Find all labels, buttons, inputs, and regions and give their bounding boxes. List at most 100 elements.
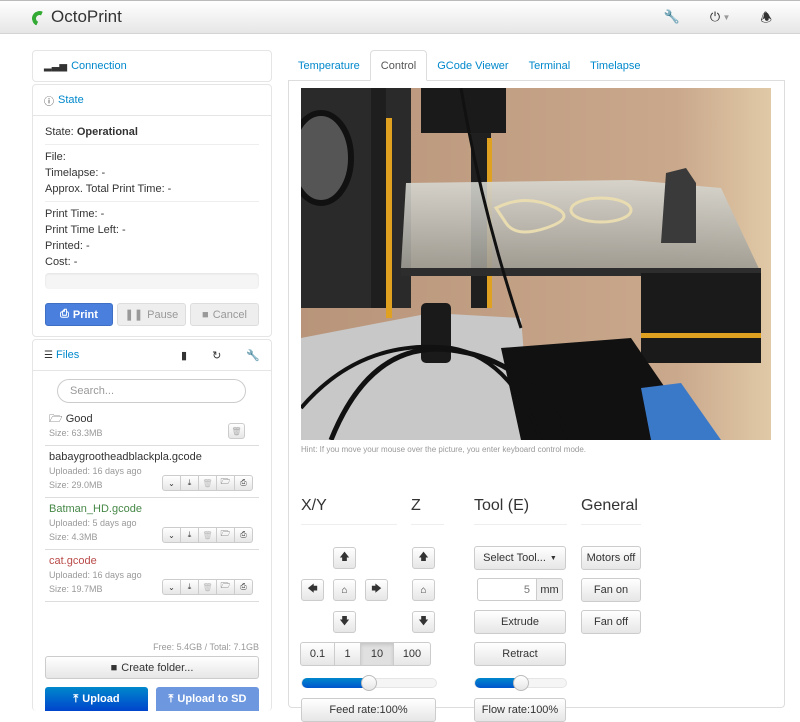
new-file-icon[interactable]: ▮ xyxy=(181,349,187,362)
state-panel: ⓘ State State: Operational File: Timelap… xyxy=(32,84,272,337)
download-button[interactable]: ⤓ xyxy=(180,527,199,543)
webcam-image xyxy=(301,88,771,440)
feed-rate-slider[interactable] xyxy=(301,675,437,691)
home-z-button[interactable]: ⌂ xyxy=(412,579,435,601)
load-button[interactable]: 🗁 xyxy=(216,475,235,491)
file-item[interactable]: Batman_HD.gcode Uploaded: 5 days ago Siz… xyxy=(45,498,259,550)
fan-off-button[interactable]: Fan off xyxy=(581,610,641,634)
feed-rate-button[interactable]: Feed rate:100% xyxy=(301,698,436,722)
tab-timelapse[interactable]: Timelapse xyxy=(580,50,650,81)
power-icon[interactable]: ⏻ ▼ xyxy=(710,9,730,31)
wrench-icon[interactable]: 🔧 xyxy=(246,349,260,362)
arrow-right-icon: 🡆 xyxy=(371,583,382,595)
approx-total-line: Approx. Total Print Time: - xyxy=(45,183,172,195)
z-title: Z xyxy=(411,497,444,525)
file-name: Batman_HD.gcode xyxy=(49,503,142,515)
tab-terminal[interactable]: Terminal xyxy=(519,50,581,81)
delete-button[interactable]: 🗑 xyxy=(198,475,217,491)
main-content: Temperature Control GCode Viewer Termina… xyxy=(288,50,785,722)
bell-icon[interactable]: 🕭 xyxy=(760,9,772,31)
jog-y-minus-button[interactable]: 🡇 xyxy=(333,611,356,633)
arrow-down-icon: 🡇 xyxy=(339,615,350,627)
cancel-button[interactable]: ■ Cancel xyxy=(190,303,259,326)
delete-button[interactable]: 🗑 xyxy=(198,527,217,543)
create-folder-button[interactable]: ■ Create folder... xyxy=(45,656,259,679)
tab-temperature[interactable]: Temperature xyxy=(288,50,370,81)
expand-button[interactable]: ⌄ xyxy=(162,475,181,491)
extrude-amount-input[interactable] xyxy=(477,578,537,601)
file-name: cat.gcode xyxy=(49,555,97,567)
file-search-input[interactable] xyxy=(57,379,246,403)
delete-folder-button[interactable]: 🗑 xyxy=(228,423,245,439)
download-button[interactable]: ⤓ xyxy=(180,579,199,595)
extrude-button[interactable]: Extrude xyxy=(474,610,566,634)
step-0-1-button[interactable]: 0.1 xyxy=(300,642,335,666)
general-title: General xyxy=(581,497,641,525)
refresh-icon[interactable]: ↻ xyxy=(212,349,221,362)
printer-icon: ⎙ xyxy=(60,308,69,320)
state-line: State: Operational xyxy=(45,126,138,138)
print-file-button[interactable]: ⎙ xyxy=(234,579,253,595)
info-icon: ⓘ xyxy=(44,96,54,108)
flow-rate-button[interactable]: Flow rate:100% xyxy=(474,698,566,722)
connection-header[interactable]: ▂▃▅ Connection xyxy=(33,51,271,81)
connection-panel: ▂▃▅ Connection xyxy=(32,50,272,82)
jog-x-minus-button[interactable]: 🡄 xyxy=(301,579,324,601)
wrench-icon[interactable]: 🔧 xyxy=(664,9,680,31)
motors-off-button[interactable]: Motors off xyxy=(581,546,641,570)
jog-z-minus-button[interactable]: 🡇 xyxy=(412,611,435,633)
load-button[interactable]: 🗁 xyxy=(216,527,235,543)
delete-button[interactable]: 🗑 xyxy=(198,579,217,595)
upload-icon: ⤒ xyxy=(168,692,174,705)
upload-sd-button[interactable]: ⤒ Upload to SD xyxy=(156,687,259,711)
feed-rate-handle[interactable] xyxy=(361,675,377,691)
pause-button[interactable]: ❚❚ Pause xyxy=(117,303,186,326)
tab-control[interactable]: Control xyxy=(369,50,428,81)
pause-icon: ❚❚ xyxy=(124,309,144,321)
print-file-button[interactable]: ⎙ xyxy=(234,527,253,543)
print-file-button[interactable]: ⎙ xyxy=(234,475,253,491)
flow-rate-handle[interactable] xyxy=(512,675,529,691)
tool-title: Tool (E) xyxy=(474,497,567,525)
home-icon: ⌂ xyxy=(341,584,348,596)
retract-button[interactable]: Retract xyxy=(474,642,566,666)
timelapse-line: Timelapse: - xyxy=(45,167,106,179)
upload-button[interactable]: ⤒ Upload xyxy=(45,687,148,711)
file-item[interactable]: babaygrootheadblackpla.gcode Uploaded: 1… xyxy=(45,446,259,498)
files-header: ☰ Files ▮ ↻ 🔧 xyxy=(33,340,271,370)
jog-x-plus-button[interactable]: 🡆 xyxy=(365,579,388,601)
files-title[interactable]: ☰ Files xyxy=(44,349,79,361)
file-item[interactable]: cat.gcode Uploaded: 16 days ago Size: 19… xyxy=(45,550,259,602)
print-button[interactable]: ⎙ Print xyxy=(45,303,113,326)
extrude-amount-group: mm xyxy=(477,578,563,601)
webcam-stream[interactable] xyxy=(301,88,771,440)
jog-y-plus-button[interactable]: 🡅 xyxy=(333,547,356,569)
upload-icon: ⤒ xyxy=(73,692,79,705)
step-10-button[interactable]: 10 xyxy=(360,642,394,666)
file-name: babaygrootheadblackpla.gcode xyxy=(49,451,202,463)
home-xy-button[interactable]: ⌂ xyxy=(333,579,356,601)
step-100-button[interactable]: 100 xyxy=(393,642,431,666)
tab-bar: Temperature Control GCode Viewer Termina… xyxy=(288,50,785,81)
fan-on-button[interactable]: Fan on xyxy=(581,578,641,602)
octoprint-logo-icon xyxy=(29,8,50,29)
control-pane: Hint: If you move your mouse over the pi… xyxy=(288,81,785,722)
caret-down-icon: ▼ xyxy=(549,554,557,562)
select-tool-dropdown[interactable]: Select Tool... ▼ xyxy=(474,546,566,570)
step-1-button[interactable]: 1 xyxy=(334,642,361,666)
brand[interactable]: OctoPrint xyxy=(29,7,122,29)
folder-open-icon: 🗁 xyxy=(49,413,63,425)
expand-button[interactable]: ⌄ xyxy=(162,579,181,595)
folder-item[interactable]: 🗁 Good Size: 63.3MB 🗑 xyxy=(45,408,259,446)
keyboard-hint: Hint: If you move your mouse over the pi… xyxy=(301,445,587,454)
load-button[interactable]: 🗁 xyxy=(216,579,235,595)
tab-gcode-viewer[interactable]: GCode Viewer xyxy=(427,50,518,81)
download-button[interactable]: ⤓ xyxy=(180,475,199,491)
state-header[interactable]: ⓘ State xyxy=(33,85,271,115)
jog-z-plus-button[interactable]: 🡅 xyxy=(412,547,435,569)
extrude-unit: mm xyxy=(537,578,563,601)
expand-button[interactable]: ⌄ xyxy=(162,527,181,543)
connection-label: Connection xyxy=(71,60,127,72)
print-time-left-line: Print Time Left: - xyxy=(45,224,126,236)
flow-rate-slider[interactable] xyxy=(474,675,567,691)
